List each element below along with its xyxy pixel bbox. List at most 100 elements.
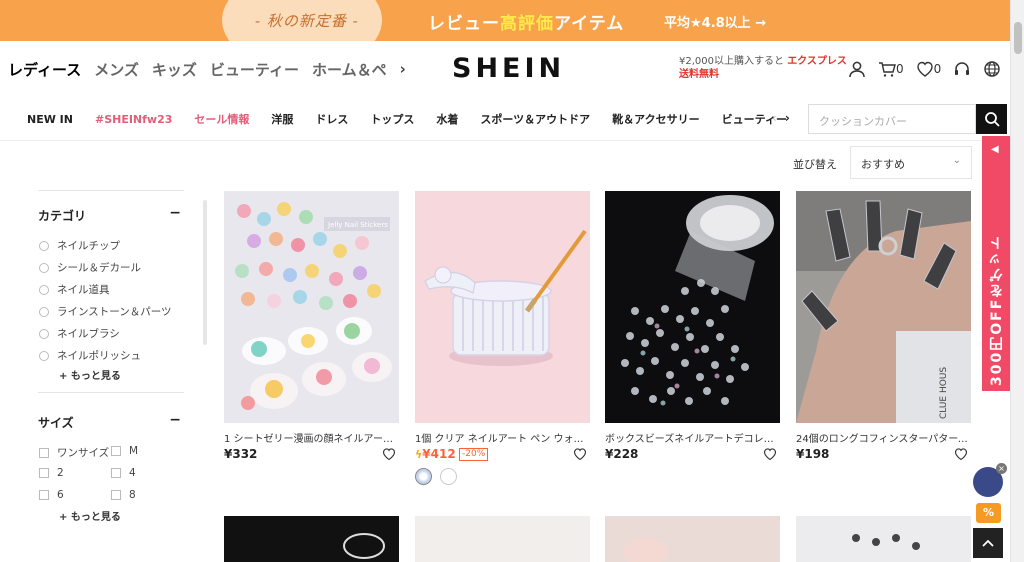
discount-percent-icon[interactable]: % — [976, 503, 1001, 523]
subnav-hashtag[interactable]: #SHEINfw23 — [95, 113, 172, 126]
subnav-next-icon[interactable]: › — [785, 111, 798, 125]
product-image-row2-3[interactable] — [605, 516, 780, 562]
subnav-swimwear[interactable]: 水着 — [436, 111, 458, 127]
category-home[interactable]: ホーム＆ペ — [312, 59, 387, 80]
user-icon[interactable] — [848, 60, 866, 78]
size-option[interactable]: 2 — [39, 467, 64, 479]
product-name[interactable]: ボックスビーズネイルアートデコレー… — [605, 430, 780, 445]
page-scrollbar-thumb[interactable] — [1014, 22, 1022, 54]
show-more-category-link[interactable]: + もっと見る — [59, 367, 121, 382]
wishlist-heart-icon[interactable] — [954, 447, 968, 461]
product-name[interactable]: 24個のロングコフィンスターパターン… — [796, 430, 971, 445]
filter-scrollbar[interactable] — [203, 200, 207, 345]
shein-logo[interactable]: SHEIN — [452, 53, 565, 84]
size-option[interactable]: ワンサイズ — [39, 445, 109, 460]
close-icon[interactable]: × — [996, 463, 1007, 474]
wishlist-count: 0 — [933, 62, 942, 76]
checkbox-icon — [111, 446, 121, 456]
category-nav: レディース メンズ キッズ ビューティー ホーム＆ペ › — [0, 41, 406, 97]
side-tab-text: 300円OFFをゲット — [989, 233, 1005, 386]
globe-icon[interactable] — [983, 60, 1001, 78]
filter-option-label: シール＆デカール — [57, 262, 141, 274]
size-option[interactable]: M — [111, 445, 138, 457]
product-image-row2-1[interactable] — [224, 516, 399, 562]
search-input[interactable]: クッションカバー — [808, 104, 976, 134]
filter-category-title: カテゴリ — [38, 209, 87, 223]
filter-option[interactable]: ネイル道具 — [39, 282, 110, 297]
subnav-shoes-accessories[interactable]: 靴＆アクセサリー — [612, 111, 699, 127]
product-image-press-on-nails[interactable]: CLUE HOUS — [796, 191, 971, 423]
promo-headline: レビュー高評価アイテム — [428, 9, 624, 34]
chevron-down-icon: ⌄ — [952, 155, 961, 166]
filter-category-heading[interactable]: カテゴリ − — [38, 205, 183, 224]
size-option[interactable]: 8 — [111, 489, 136, 501]
product-image-nail-stickers[interactable]: Jelly Nail Stickers — [224, 191, 399, 423]
size-option-label: M — [129, 445, 139, 457]
filter-option-label: ラインストーン＆パーツ — [57, 306, 172, 318]
heart-icon[interactable]: 0 — [916, 60, 942, 78]
product-image-beads-box[interactable] — [605, 191, 780, 423]
radio-icon — [39, 350, 49, 361]
search-button[interactable] — [976, 104, 1007, 134]
product-image-glass-jar[interactable] — [415, 191, 590, 423]
category-men[interactable]: メンズ — [94, 59, 139, 80]
checkbox-icon — [39, 468, 49, 478]
product-name[interactable]: 1 シートゼリー漫画の顔ネイルアート… — [224, 430, 399, 445]
category-beauty[interactable]: ビューティー — [210, 59, 299, 80]
checkbox-icon — [39, 447, 49, 458]
promo-headline-prefix: レビュー — [428, 14, 500, 34]
cart-icon[interactable]: 0 — [878, 60, 904, 78]
checkbox-icon — [111, 468, 121, 478]
collapse-icon[interactable]: − — [169, 412, 181, 428]
radio-icon — [39, 240, 49, 251]
product-image-row2-2[interactable] — [415, 516, 590, 562]
color-swatch-clear[interactable] — [440, 468, 457, 485]
filter-option[interactable]: シール＆デカール — [39, 260, 141, 275]
wishlist-heart-icon[interactable] — [382, 447, 396, 461]
subnav-sports[interactable]: スポーツ＆アウトドア — [480, 111, 590, 127]
headset-icon[interactable] — [953, 60, 971, 78]
page-scrollbar[interactable] — [1010, 0, 1024, 562]
show-more-size-link[interactable]: + もっと見る — [59, 508, 121, 523]
filter-option[interactable]: ラインストーン＆パーツ — [39, 304, 172, 319]
subnav-tops[interactable]: トップス — [370, 111, 414, 127]
shipping-note-text: ¥2,000以上購入すると — [679, 56, 784, 67]
collapse-icon[interactable]: − — [169, 205, 181, 221]
color-swatch-rainbow[interactable] — [415, 468, 432, 485]
promo-banner[interactable]: - 秋の新定番 - レビュー高評価アイテム 平均★4.8以上 → — [0, 0, 1010, 41]
radio-icon — [39, 262, 49, 273]
wishlist-heart-icon[interactable] — [763, 447, 777, 461]
promo-headline-highlight: 高評価 — [500, 14, 554, 34]
discount-badge: -20% — [459, 448, 489, 461]
radio-icon — [39, 328, 49, 339]
back-to-top-button[interactable] — [973, 528, 1003, 558]
size-option-label: 6 — [57, 489, 64, 501]
filter-size-heading[interactable]: サイズ − — [38, 412, 183, 431]
wishlist-heart-icon[interactable] — [573, 447, 587, 461]
filter-option[interactable]: ネイルブラシ — [39, 326, 120, 341]
product-name[interactable]: 1個 クリア ネイルアート ペン ウォッ… — [415, 430, 590, 445]
product-price: ¥198 — [796, 447, 830, 461]
site-header: レディース メンズ キッズ ビューティー ホーム＆ペ › SHEIN ¥2,00… — [0, 41, 1010, 97]
category-kids[interactable]: キッズ — [152, 59, 197, 80]
size-option-label: 8 — [129, 489, 136, 501]
subnav-sale[interactable]: セール情報 — [194, 111, 249, 127]
filter-option-label: ネイル道具 — [57, 284, 110, 296]
product-price: ¥228 — [605, 447, 639, 461]
size-option[interactable]: 6 — [39, 489, 64, 501]
filter-option[interactable]: ネイルポリッシュ — [39, 348, 141, 363]
coupon-side-tab[interactable]: ◀ 300円OFFをゲット — [982, 136, 1010, 391]
subnav-dresses[interactable]: ドレス — [315, 111, 348, 127]
category-women[interactable]: レディース — [8, 59, 81, 80]
product-image-row2-4[interactable] — [796, 516, 971, 562]
promo-headline-suffix: アイテム — [554, 14, 625, 34]
sort-select[interactable]: おすすめ ⌄ — [850, 146, 972, 179]
subnav-new-in[interactable]: NEW IN — [27, 113, 73, 126]
filter-option[interactable]: ネイルチップ — [39, 238, 120, 253]
category-next-arrow-icon[interactable]: › — [400, 60, 406, 78]
size-option[interactable]: 4 — [111, 467, 136, 479]
promo-rating-link[interactable]: 平均★4.8以上 → — [664, 12, 766, 31]
chevron-up-icon — [982, 539, 994, 547]
subnav-clothing[interactable]: 洋服 — [271, 111, 293, 127]
subnav-prev-icon[interactable]: ‹ — [772, 111, 785, 125]
